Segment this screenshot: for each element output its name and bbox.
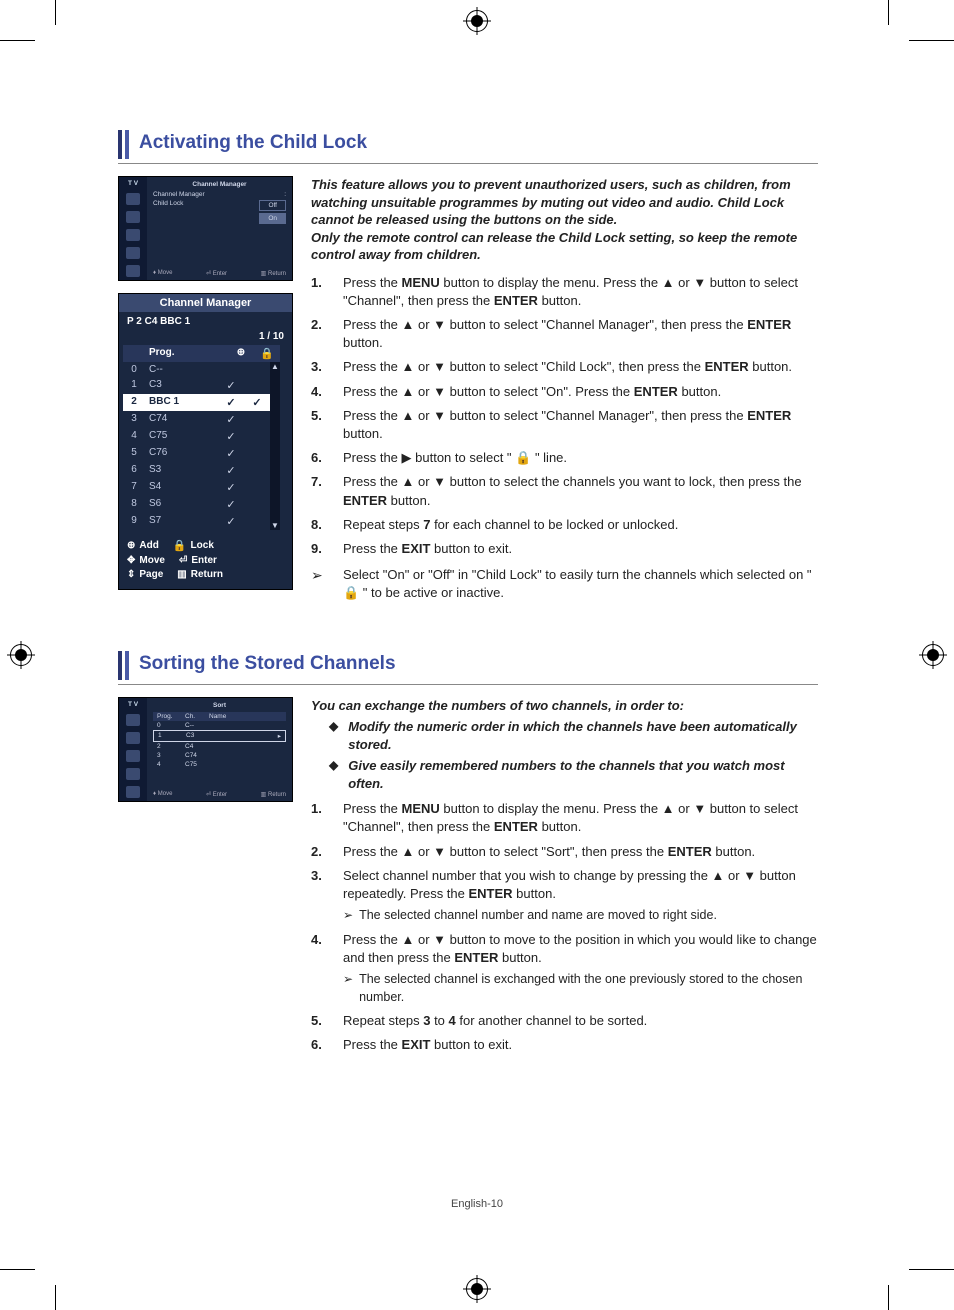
channel-row: 4C75✓ xyxy=(123,428,270,445)
registration-mark xyxy=(466,1278,488,1300)
section1-note: ➢ Select "On" or "Off" in "Child Lock" t… xyxy=(311,566,818,602)
osd-legend: ⊕ Add 🔒 Lock ✥ Move ⏎ Enter ⇕ Page ▥ Ret… xyxy=(119,530,292,589)
step-item: 4.Press the ▲ or ▼ button to move to the… xyxy=(311,931,818,1006)
channel-row: 8S6✓ xyxy=(123,496,270,513)
osd-tv-label: T V xyxy=(128,701,138,708)
channel-row: 5C76✓ xyxy=(123,445,270,462)
step-item: 8.Repeat steps 7 for each channel to be … xyxy=(311,516,818,534)
step-item: 2.Press the ▲ or ▼ button to select "Sor… xyxy=(311,843,818,861)
channel-row: 9S7✓ xyxy=(123,513,270,530)
sort-osd-small: T V Sort Prog. Ch. Name 0C--1C3▸2C43C744… xyxy=(118,697,293,802)
channel-row: 0C-- xyxy=(123,362,270,377)
child-lock-osd-small: T V Channel Manager Channel Manager : Ch… xyxy=(118,176,293,281)
bullet-item: Modify the numeric order in which the ch… xyxy=(329,718,818,753)
section2-steps: 1.Press the MENU button to display the m… xyxy=(311,800,818,1054)
osd-sep: : xyxy=(284,191,286,198)
section1-heading: Activating the Child Lock xyxy=(139,130,367,159)
legend-return: Return xyxy=(191,569,223,580)
section-title: Activating the Child Lock xyxy=(118,130,818,159)
channel-row: 1C3✓ xyxy=(123,377,270,394)
channel-manager-osd: Channel Manager P 2 C4 BBC 1 1 / 10 Prog… xyxy=(118,293,293,590)
page-footer: English-10 xyxy=(0,1198,954,1210)
registration-mark xyxy=(922,644,944,666)
osd-header: Sort xyxy=(153,702,286,709)
add-icon: ⊕ xyxy=(228,345,254,362)
osd-footer-enter: Enter xyxy=(213,271,227,277)
osd-row-label: Channel Manager xyxy=(153,191,205,198)
section1-steps: 1.Press the MENU button to display the m… xyxy=(311,274,818,558)
col-ch: Ch. xyxy=(181,713,205,720)
sort-row: 1C3▸ xyxy=(153,730,286,742)
legend-add: Add xyxy=(139,540,158,551)
option-off: Off xyxy=(259,200,286,211)
section2-intro: You can exchange the numbers of two chan… xyxy=(311,697,818,715)
sort-row: 0C-- xyxy=(153,721,286,730)
note-arrow-icon: ➢ xyxy=(311,566,325,602)
section1-intro: This feature allows you to prevent unaut… xyxy=(311,176,818,264)
osd-title: Channel Manager xyxy=(119,294,292,312)
col-prog: Prog. xyxy=(153,713,181,720)
osd-row-label: Child Lock xyxy=(153,200,183,211)
section-title: Sorting the Stored Channels xyxy=(118,651,818,680)
step-item: 3.Press the ▲ or ▼ button to select "Chi… xyxy=(311,358,818,376)
step-item: 3.Select channel number that you wish to… xyxy=(311,867,818,925)
osd-footer-move: Move xyxy=(158,791,173,797)
legend-move: Move xyxy=(139,555,165,566)
sort-row: 3C74 xyxy=(153,751,286,760)
section2-heading: Sorting the Stored Channels xyxy=(139,651,396,680)
channel-row: 3C74✓ xyxy=(123,411,270,428)
sort-row: 4C75 xyxy=(153,760,286,769)
step-item: 1.Press the MENU button to display the m… xyxy=(311,274,818,310)
osd-status: P 2 C4 BBC 1 xyxy=(119,312,292,331)
legend-lock: Lock xyxy=(191,540,214,551)
osd-header: Channel Manager xyxy=(153,181,286,188)
channel-table-header: Prog. ⊕ 🔒 xyxy=(123,345,280,362)
step-item: 6.Press the EXIT button to exit. xyxy=(311,1036,818,1054)
bullet-item: Give easily remembered numbers to the ch… xyxy=(329,757,818,792)
step-item: 5.Repeat steps 3 to 4 for another channe… xyxy=(311,1012,818,1030)
osd-footer-enter: Enter xyxy=(213,792,227,798)
sort-row: 2C4 xyxy=(153,742,286,751)
sort-table-header: Prog. Ch. Name xyxy=(153,712,286,721)
scrollbar: ▲▼ xyxy=(270,362,280,530)
step-item: 7.Press the ▲ or ▼ button to select the … xyxy=(311,473,818,509)
note-text: Select "On" or "Off" in "Child Lock" to … xyxy=(343,566,818,602)
step-item: 5.Press the ▲ or ▼ button to select "Cha… xyxy=(311,407,818,443)
registration-mark xyxy=(10,644,32,666)
step-item: 9.Press the EXIT button to exit. xyxy=(311,540,818,558)
option-on: On xyxy=(259,213,286,224)
section2-bullets: Modify the numeric order in which the ch… xyxy=(329,718,818,792)
col-name: Name xyxy=(205,713,286,720)
step-item: 2.Press the ▲ or ▼ button to select "Cha… xyxy=(311,316,818,352)
channel-row: 6S3✓ xyxy=(123,462,270,479)
legend-page: Page xyxy=(139,569,163,580)
step-item: 1.Press the MENU button to display the m… xyxy=(311,800,818,836)
osd-pages: 1 / 10 xyxy=(119,331,292,345)
osd-footer-return: Return xyxy=(268,792,286,798)
child-lock-row: Child Lock Off xyxy=(153,200,286,211)
channel-row: 2BBC 1✓✓ xyxy=(123,394,270,411)
channel-row: 7S4✓ xyxy=(123,479,270,496)
step-item: 4.Press the ▲ or ▼ button to select "On"… xyxy=(311,383,818,401)
registration-mark xyxy=(466,10,488,32)
lock-icon: 🔒 xyxy=(254,345,280,362)
legend-enter: Enter xyxy=(191,555,217,566)
step-item: 6.Press the ▶ button to select " 🔒 " lin… xyxy=(311,449,818,467)
osd-tv-label: T V xyxy=(128,180,138,187)
osd-footer-return: Return xyxy=(268,271,286,277)
col-prog: Prog. xyxy=(145,345,228,362)
osd-footer-move: Move xyxy=(158,270,173,276)
